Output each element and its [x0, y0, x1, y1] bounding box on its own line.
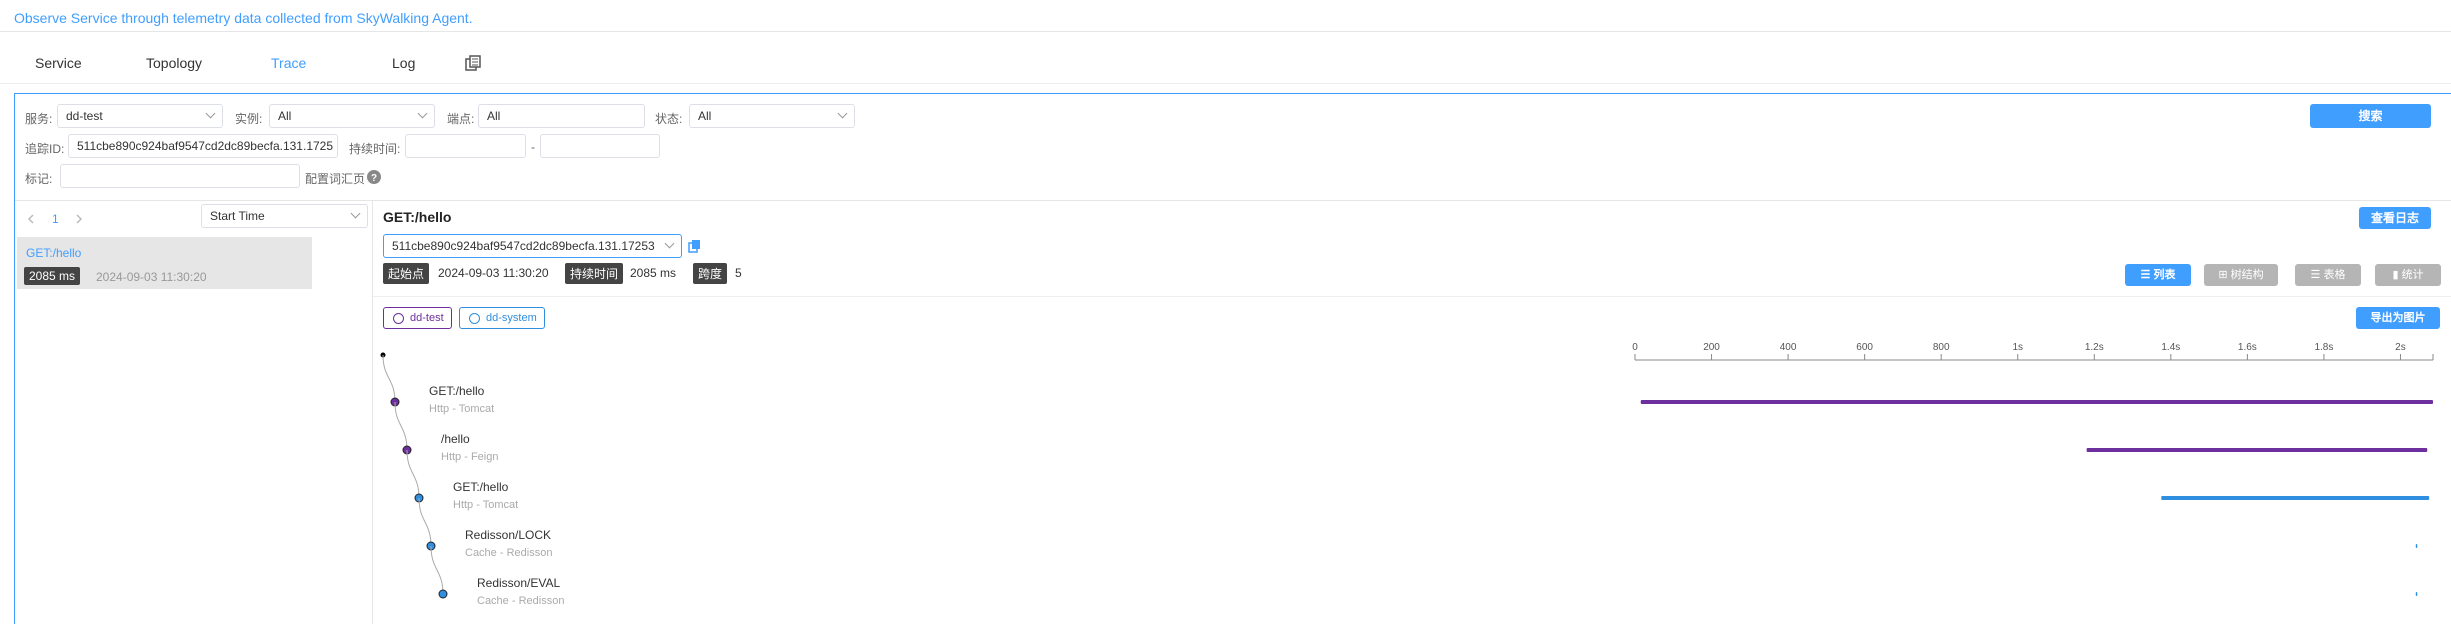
axis-tick-label: 1s [2012, 342, 2023, 353]
axis-tick-label: 1.2s [2085, 342, 2104, 353]
span-bar [2161, 496, 2430, 500]
span-bar [2415, 592, 2418, 596]
copy-icon[interactable] [465, 55, 481, 71]
tab-service[interactable]: Service [35, 55, 82, 71]
section-divider [15, 200, 2451, 201]
span-name: Redisson/LOCK [465, 528, 551, 542]
span-bar [2086, 448, 2428, 452]
span-connector [430, 545, 444, 595]
svg-text:?: ? [371, 173, 377, 184]
view-stats-button[interactable]: ▮ 统计 [2375, 264, 2441, 286]
endpoint-label: 端点: [447, 112, 475, 126]
detail-divider [373, 296, 2451, 297]
next-page-icon[interactable] [73, 212, 85, 226]
tags-label: 标记: [25, 172, 53, 186]
legend-dd-test[interactable]: dd-test [383, 307, 452, 329]
duration-separator: - [531, 140, 535, 154]
prev-page-icon[interactable] [25, 212, 37, 226]
instance-select[interactable]: All [269, 104, 435, 128]
trace-item-time: 2024-09-03 11:30:20 [96, 270, 207, 284]
pager-current[interactable]: 1 [52, 212, 59, 226]
span-component: Http - Tomcat [429, 403, 494, 415]
tab-trace[interactable]: Trace [271, 55, 306, 71]
span-component: Http - Tomcat [453, 499, 518, 511]
axis-tick-label: 400 [1780, 342, 1797, 353]
instance-label: 实例: [235, 112, 263, 126]
detail-title: GET:/hello [383, 209, 452, 225]
traceid-input[interactable]: 511cbe890c924baf9547cd2dc89becfa.131.172… [68, 134, 338, 158]
span-component: Cache - Redisson [477, 595, 564, 607]
trace-item-duration: 2085 ms [24, 267, 81, 285]
span-connector [418, 497, 432, 547]
span-tag: 跨度 [693, 263, 728, 284]
span-bar [1640, 400, 2433, 404]
list-icon: ☰ [2140, 269, 2151, 281]
tree-icon: ⊞ [2218, 269, 2228, 281]
axis-tick-label: 200 [1703, 342, 1720, 353]
span-bar [2415, 544, 2418, 548]
service-select[interactable]: dd-test [57, 104, 223, 128]
trace-id-select[interactable]: 511cbe890c924baf9547cd2dc89becfa.131.172… [383, 234, 682, 258]
trace-item-endpoint[interactable]: GET:/hello [26, 246, 81, 260]
sort-select[interactable]: Start Time [201, 204, 368, 228]
banner-text: Observe Service through telemetry data c… [14, 10, 473, 26]
duration-min-input[interactable] [405, 134, 526, 158]
tab-topology[interactable]: Topology [146, 55, 202, 71]
span-node [438, 589, 448, 599]
copy-traceid-icon[interactable] [688, 239, 702, 253]
tags-hint: 配置词汇页 [305, 172, 366, 186]
table-icon: ☰ [2310, 269, 2321, 281]
bar-chart-icon: ▮ [2392, 269, 2399, 281]
start-value: 2024-09-03 11:30:20 [438, 266, 549, 280]
traceid-label: 追踪ID: [25, 142, 65, 156]
axis-tick-label: 0 [1632, 342, 1638, 353]
span-connector [394, 401, 408, 451]
status-label: 状态: [655, 112, 683, 126]
axis-tick-label: 1.8s [2314, 342, 2333, 353]
view-logs-button[interactable]: 查看日志 [2359, 207, 2431, 229]
endpoint-input[interactable]: All [478, 104, 645, 128]
start-tag: 起始点 [383, 263, 430, 284]
axis-tick-label: 2s [2395, 342, 2406, 353]
tab-bar [0, 44, 2451, 84]
duration-tag: 持续时间 [565, 263, 624, 284]
status-select[interactable]: All [689, 104, 855, 128]
legend-dd-system[interactable]: dd-system [459, 307, 545, 329]
span-name: /hello [441, 432, 470, 446]
span-name: GET:/hello [453, 480, 509, 494]
span-name: GET:/hello [429, 384, 485, 398]
tags-input[interactable] [60, 164, 300, 188]
help-icon[interactable]: ? [367, 170, 381, 184]
view-table-button[interactable]: ☰ 表格 [2295, 264, 2361, 286]
axis-tick-label: 800 [1933, 342, 1950, 353]
service-label: 服务: [25, 112, 53, 126]
trace-waterfall: 0 200 400 600 800 1s 1.2s 1.4s 1.6s 1.8s 2s GET:/he… [380, 342, 2434, 607]
span-name: Redisson/EVAL [477, 576, 560, 590]
duration-value: 2085 ms [630, 266, 677, 280]
span-component: Http - Feign [441, 451, 498, 463]
view-tree-button[interactable]: ⊞ 树结构 [2204, 264, 2278, 286]
span-value: 5 [735, 266, 742, 280]
span-connector [406, 449, 420, 499]
span-component: Cache - Redisson [465, 547, 552, 559]
tab-log[interactable]: Log [392, 55, 415, 71]
search-button[interactable]: 搜索 [2310, 104, 2431, 128]
span-connector [382, 354, 396, 403]
axis-tick-label: 1.4s [2161, 342, 2180, 353]
axis-tick-label: 1.6s [2238, 342, 2257, 353]
duration-label: 持续时间: [349, 142, 401, 156]
duration-max-input[interactable] [540, 134, 660, 158]
view-list-button[interactable]: ☰ 列表 [2125, 264, 2191, 286]
export-image-button[interactable]: 导出为图片 [2356, 307, 2440, 329]
axis-tick-label: 600 [1856, 342, 1873, 353]
